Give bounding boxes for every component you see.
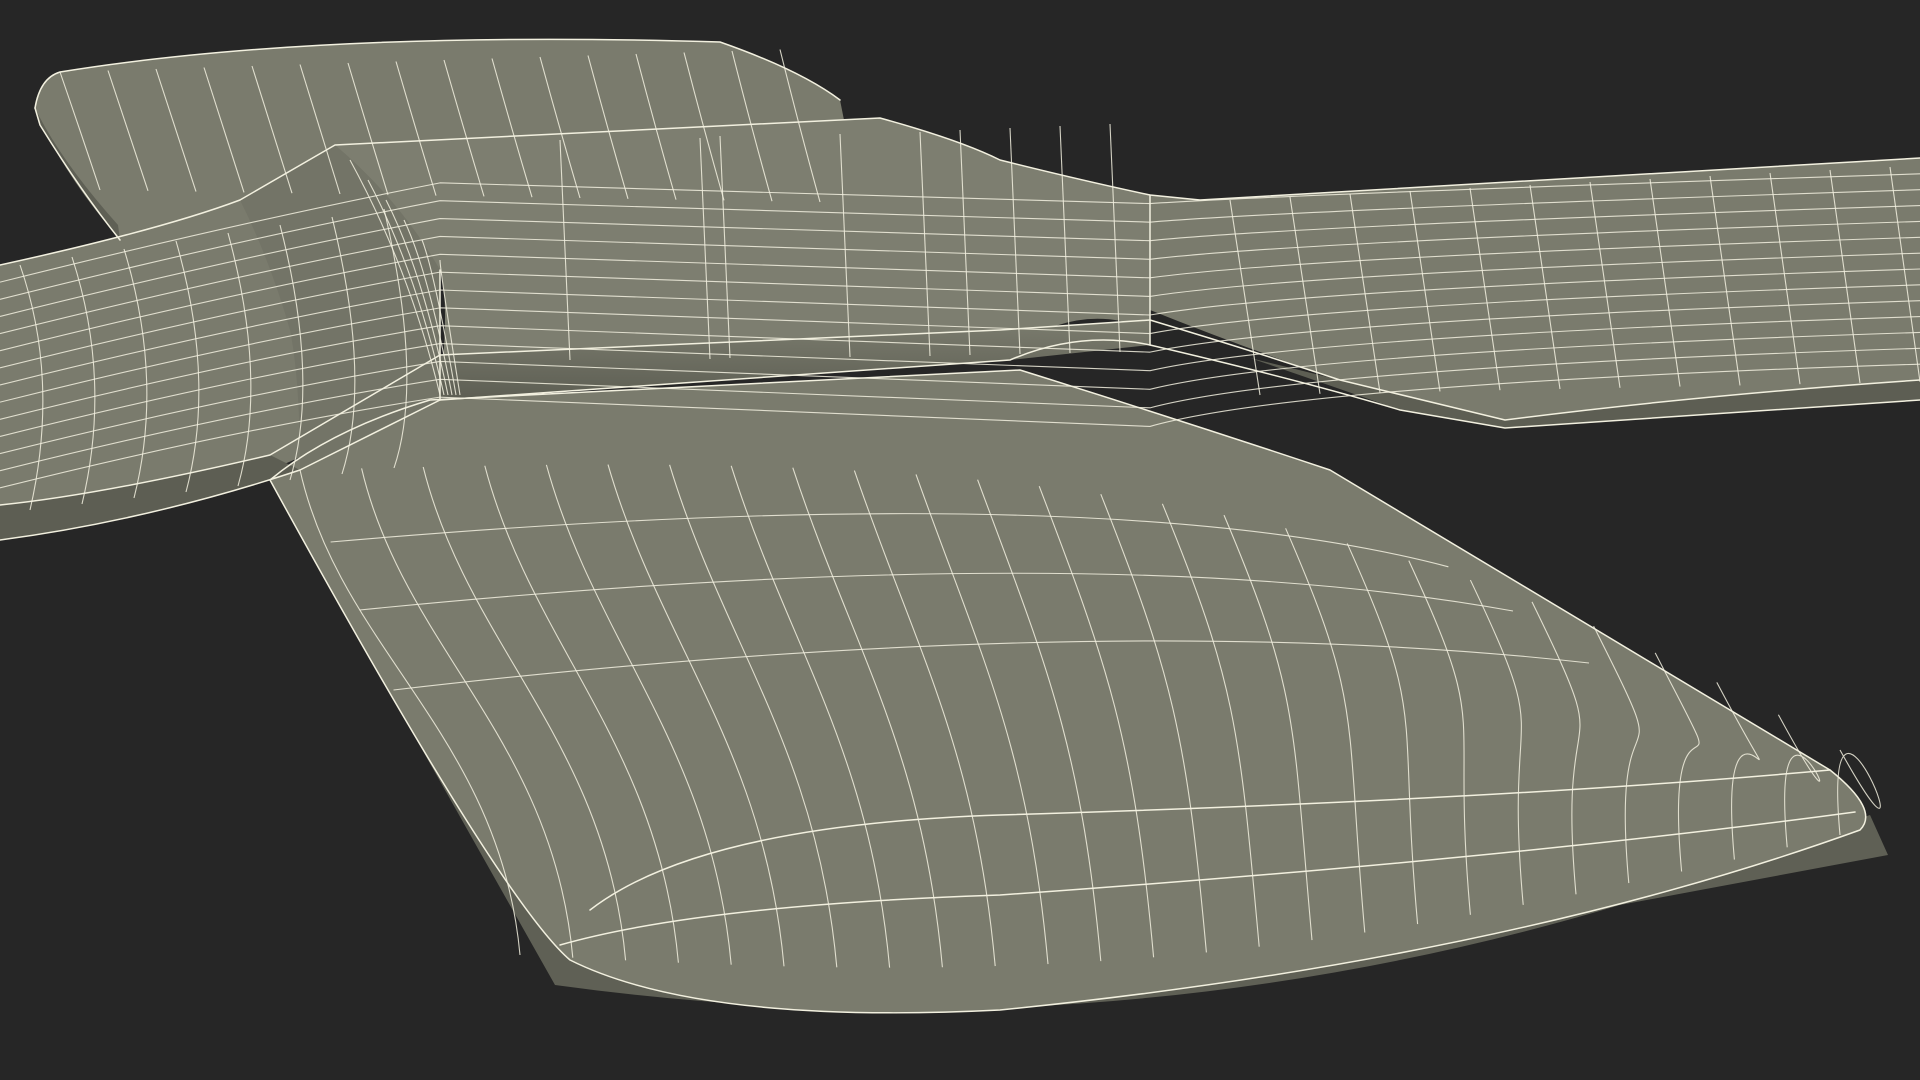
wireframe-render [0, 38, 1920, 1014]
3d-viewport[interactable] [0, 0, 1920, 1080]
lower-fin-top-face [270, 370, 1866, 1013]
lower-fin-plate [270, 370, 1888, 1013]
